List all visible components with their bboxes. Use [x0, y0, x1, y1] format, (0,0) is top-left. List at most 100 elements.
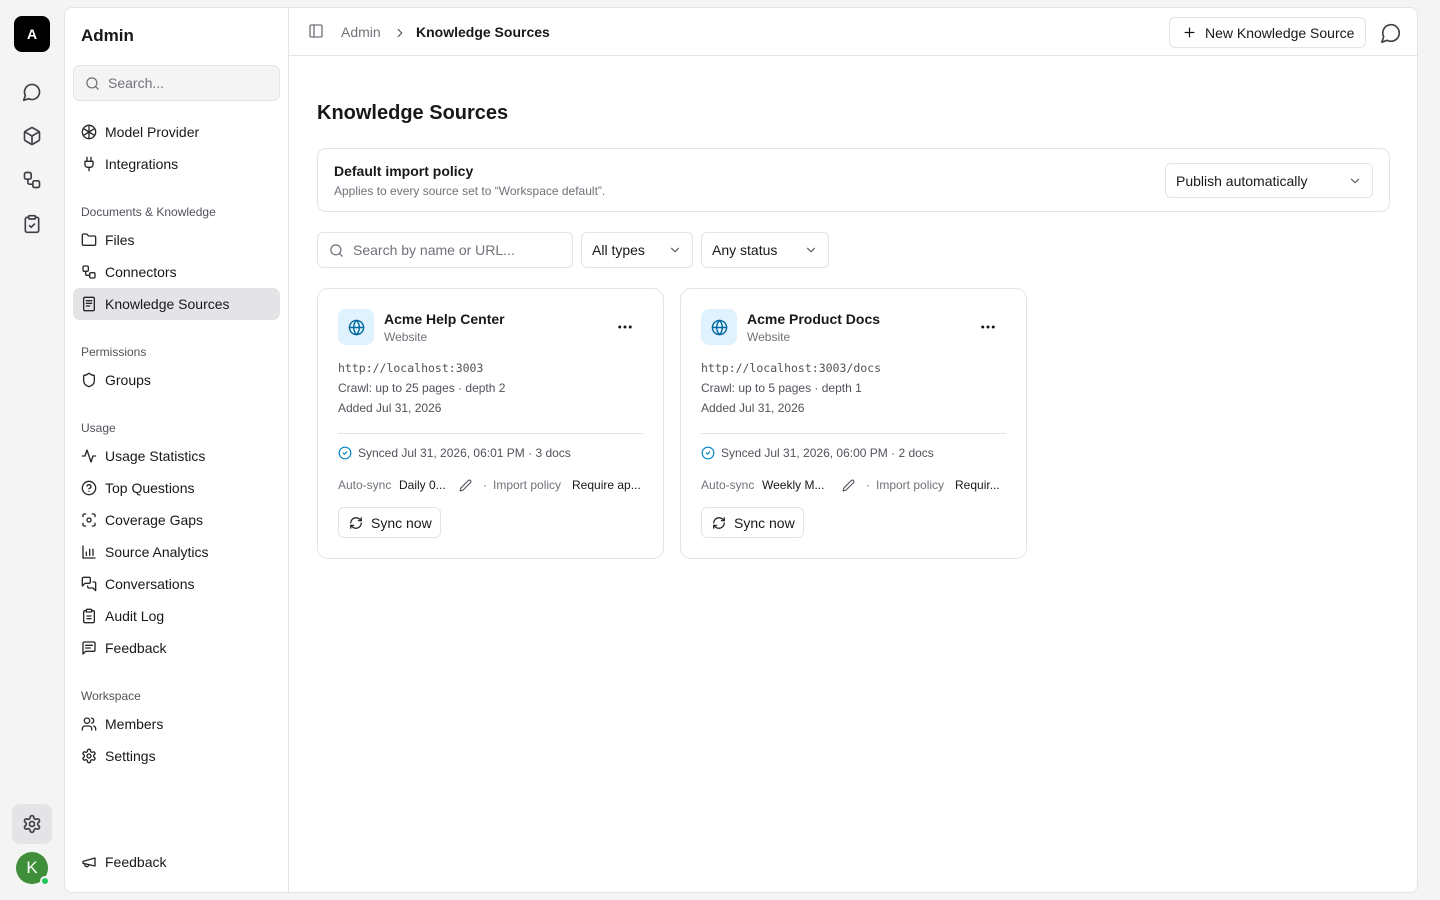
sidebar-item-usage-statistics[interactable]: Usage Statistics: [73, 440, 280, 472]
sidebar-item-label: Source Analytics: [105, 544, 209, 560]
plus-icon: [1182, 25, 1197, 40]
knowledge-source-card: Acme Product Docs Website http://localho…: [680, 288, 1027, 559]
activity-icon: [81, 448, 97, 464]
sync-now-button[interactable]: Sync now: [338, 507, 441, 538]
import-policy-value[interactable]: Require ap...: [572, 478, 644, 492]
sidebar-group-label: Usage: [81, 421, 116, 435]
more-horizontal-icon[interactable]: [979, 318, 997, 336]
source-added-date: Added Jul 31, 2026: [338, 401, 442, 415]
page-title: Knowledge Sources: [317, 102, 509, 124]
more-horizontal-icon[interactable]: [616, 318, 634, 336]
sidebar-item-members[interactable]: Members: [73, 708, 280, 740]
globe-icon: [701, 309, 737, 345]
sidebar-item-groups[interactable]: Groups: [73, 364, 280, 396]
sidebar-search-input[interactable]: Search...: [73, 65, 280, 101]
sidebar-item-coverage-gaps[interactable]: Coverage Gaps: [73, 504, 280, 536]
import-policy-label: Import policy: [876, 478, 945, 492]
source-type: Website: [384, 330, 428, 344]
sidebar-toggle-icon[interactable]: [308, 23, 324, 39]
sidebar-item-conversations[interactable]: Conversations: [73, 568, 280, 600]
gear-icon: [22, 814, 42, 834]
auto-sync-value[interactable]: Daily 0...: [399, 478, 449, 492]
chevron-right-icon: [393, 26, 407, 40]
import-policy-selected: Publish automatically: [1176, 172, 1308, 189]
source-url: http://localhost:3003/docs: [701, 361, 882, 375]
tasks-nav-button[interactable]: [12, 204, 52, 244]
box-icon: [22, 126, 42, 146]
policy-description: Applies to every source set to “Workspac…: [334, 184, 606, 198]
import-policy-select[interactable]: Publish automatically: [1165, 163, 1373, 198]
sidebar-item-label: Model Provider: [105, 124, 200, 140]
sidebar-item-label: Integrations: [105, 156, 179, 172]
clipboard-check-icon: [22, 214, 42, 234]
agents-nav-button[interactable]: [12, 116, 52, 156]
sidebar-item-label: Coverage Gaps: [105, 512, 204, 528]
source-settings-row: Auto-sync Weekly M... · Import policy Re…: [701, 478, 1007, 494]
sidebar-item-integrations[interactable]: Integrations: [73, 148, 280, 180]
sidebar-item-label: Feedback: [105, 854, 167, 870]
sidebar-group-label: Documents & Knowledge: [81, 205, 216, 219]
sidebar-item-label: Members: [105, 716, 164, 732]
model-provider-icon: [81, 124, 97, 140]
knowledge-source-card: Acme Help Center Website http://localhos…: [317, 288, 664, 559]
gear-icon: [81, 748, 97, 764]
auto-sync-label: Auto-sync: [338, 478, 392, 492]
new-knowledge-source-button[interactable]: New Knowledge Source: [1169, 17, 1366, 48]
sync-status: Synced Jul 31, 2026, 06:00 PM · 2 docs: [701, 446, 934, 460]
source-crawl-settings: Crawl: up to 25 pages · depth 2: [338, 381, 506, 395]
sidebar-search-placeholder: Search...: [108, 75, 165, 91]
sidebar-item-top-questions[interactable]: Top Questions: [73, 472, 280, 504]
bar-chart-icon: [81, 544, 97, 560]
message-circle-icon[interactable]: [1380, 22, 1402, 44]
globe-icon: [338, 309, 374, 345]
check-circle-icon: [701, 446, 715, 460]
sync-now-button[interactable]: Sync now: [701, 507, 804, 538]
sync-now-label: Sync now: [734, 514, 795, 531]
icon-rail: A K: [0, 0, 64, 900]
sidebar-item-audit-log[interactable]: Audit Log: [73, 600, 280, 632]
type-filter-value: All types: [592, 242, 645, 258]
breadcrumb-admin[interactable]: Admin: [341, 24, 381, 40]
type-filter-select[interactable]: All types: [581, 232, 693, 268]
separator-dot: ·: [866, 478, 870, 492]
search-icon: [85, 76, 100, 91]
workflow-icon: [22, 170, 42, 190]
help-circle-icon: [81, 480, 97, 496]
sync-now-label: Sync now: [371, 514, 432, 531]
policy-title: Default import policy: [334, 163, 474, 179]
sidebar-item-label: Usage Statistics: [105, 448, 206, 464]
source-search-input[interactable]: Search by name or URL...: [317, 232, 573, 268]
sync-status-text: Synced Jul 31, 2026, 06:01 PM · 3 docs: [358, 446, 571, 460]
sidebar-item-feedback[interactable]: Feedback: [73, 632, 280, 664]
separator-dot: ·: [483, 478, 487, 492]
source-url: http://localhost:3003: [338, 361, 484, 375]
chat-nav-button[interactable]: [12, 72, 52, 112]
sidebar-item-label: Top Questions: [105, 480, 195, 496]
sidebar-item-connectors[interactable]: Connectors: [73, 256, 280, 288]
import-policy-value[interactable]: Requir...: [955, 478, 1007, 492]
auto-sync-label: Auto-sync: [701, 478, 755, 492]
workspace-logo[interactable]: A: [14, 16, 50, 52]
sidebar-item-knowledge-sources[interactable]: Knowledge Sources: [73, 288, 280, 320]
breadcrumb-current: Knowledge Sources: [416, 24, 550, 40]
workflows-nav-button[interactable]: [12, 160, 52, 200]
source-added-date: Added Jul 31, 2026: [701, 401, 805, 415]
pencil-icon[interactable]: [842, 479, 855, 492]
pencil-icon[interactable]: [459, 479, 472, 492]
chevron-down-icon: [668, 243, 682, 257]
auto-sync-value[interactable]: Weekly M...: [762, 478, 826, 492]
sidebar-item-model-provider[interactable]: Model Provider: [73, 116, 280, 148]
sidebar-item-settings[interactable]: Settings: [73, 740, 280, 772]
admin-settings-nav-button[interactable]: [12, 804, 52, 844]
import-policy-label: Import policy: [493, 478, 562, 492]
admin-sidebar: Admin Search... Model Provider Integrati…: [65, 8, 289, 892]
source-name: Acme Help Center: [384, 311, 505, 327]
sidebar-item-files[interactable]: Files: [73, 224, 280, 256]
folder-icon: [81, 232, 97, 248]
main-panel: Admin Search... Model Provider Integrati…: [64, 7, 1418, 893]
sidebar-item-label: Audit Log: [105, 608, 165, 624]
sidebar-feedback-button[interactable]: Feedback: [73, 846, 280, 878]
sidebar-item-source-analytics[interactable]: Source Analytics: [73, 536, 280, 568]
status-filter-select[interactable]: Any status: [701, 232, 829, 268]
sidebar-item-label: Files: [105, 232, 135, 248]
